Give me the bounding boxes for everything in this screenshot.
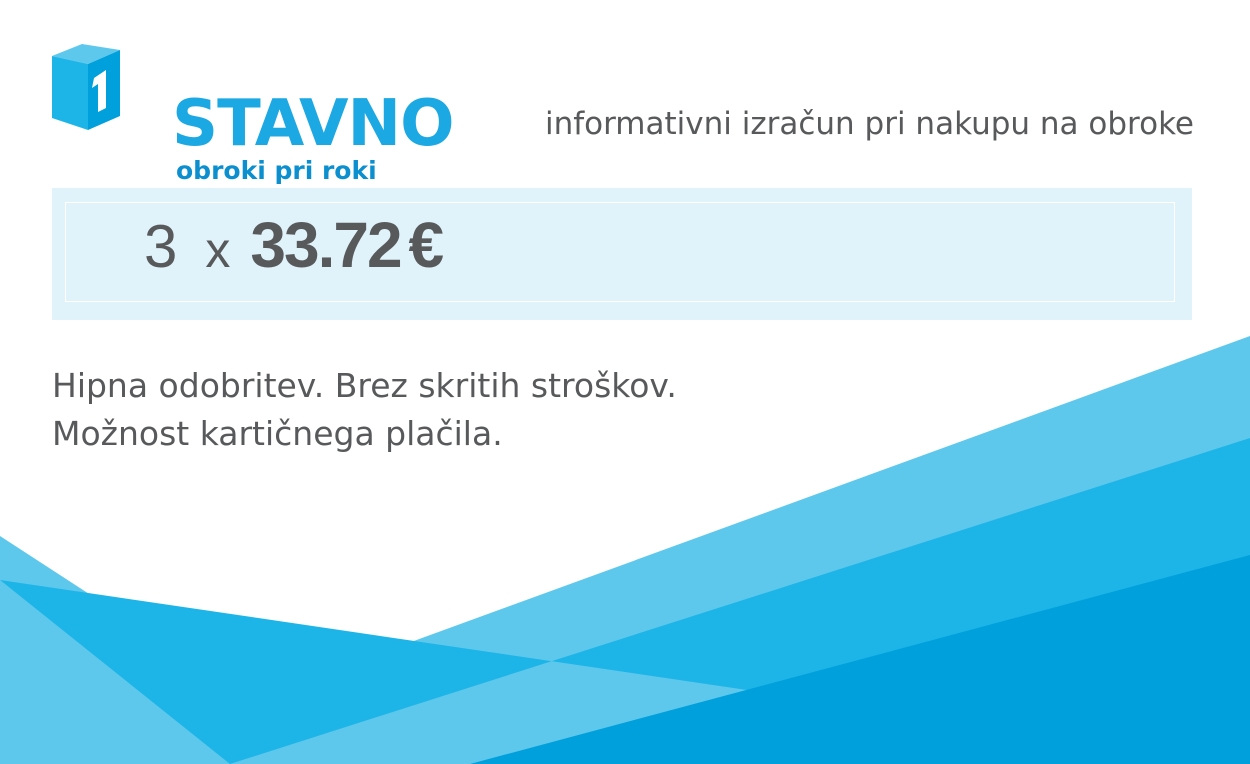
multiply-sign: x bbox=[205, 222, 231, 278]
brand-logo: STAVNO obroki pri roki bbox=[52, 44, 454, 185]
installment-amount: 33.72 bbox=[250, 209, 402, 281]
currency-symbol: € bbox=[408, 209, 445, 281]
price-panel: 3 x 33.72 € bbox=[52, 188, 1192, 320]
cube-logo-icon bbox=[52, 44, 120, 130]
installment-count: 3 bbox=[144, 213, 178, 280]
benefit-line: Hipna odobritev. Brez skritih stroškov. bbox=[52, 366, 677, 405]
price-line: 3 x 33.72 € bbox=[144, 210, 444, 280]
logo-wordmark: STAVNO bbox=[172, 87, 454, 161]
logo-tagline: obroki pri roki bbox=[176, 156, 377, 185]
benefits-text: Hipna odobritev. Brez skritih stroškov. … bbox=[52, 362, 677, 458]
page-subtitle: informativni izračun pri nakupu na obrok… bbox=[544, 106, 1194, 142]
benefit-line: Možnost kartičnega plačila. bbox=[52, 414, 503, 453]
